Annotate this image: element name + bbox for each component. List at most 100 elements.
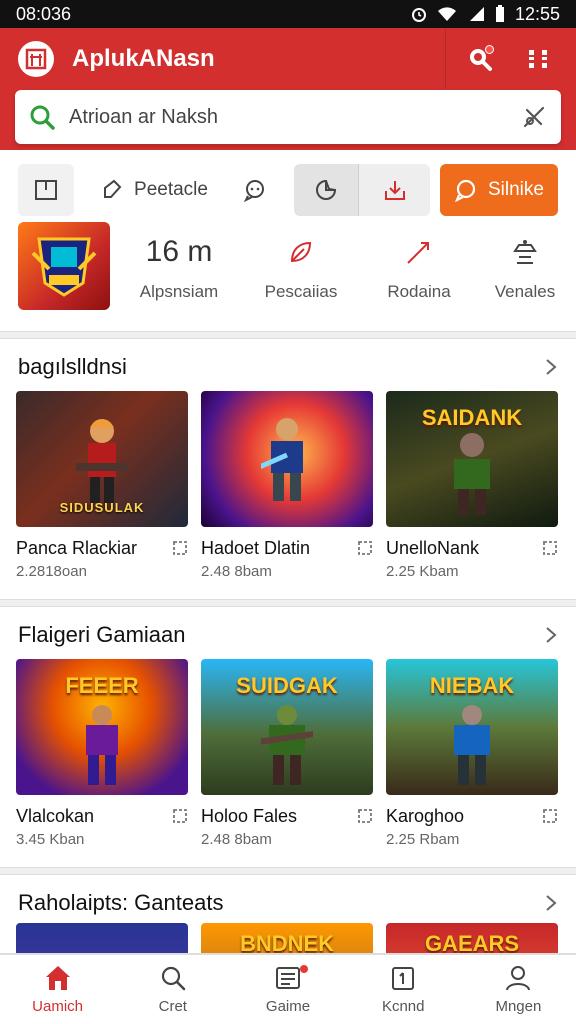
subscribe-button[interactable]: Silnike (440, 164, 558, 216)
apps-grid-button[interactable] (518, 39, 558, 79)
game-thumbnail: GAEARS (386, 923, 558, 953)
game-thumbnail (201, 391, 373, 527)
game-thumbnail-caption: NIEBAK (429, 673, 515, 698)
select-icon[interactable] (542, 540, 558, 556)
game-size: 2.48 8bam (201, 563, 272, 580)
download-icon (384, 181, 405, 200)
game-title: Hadoet Dlatin (201, 537, 311, 558)
select-icon[interactable] (357, 540, 373, 556)
stat-rating-value: 16 m (145, 235, 213, 268)
app-header: AplukANasn Atrioan ar Naksh (0, 28, 576, 150)
stat-label: Alpsnsiam (139, 282, 219, 301)
battery-icon (495, 5, 504, 22)
notification-dot (485, 45, 494, 54)
section-title: Flaigeri Gamiaan (18, 622, 186, 647)
stat-label: Venales (494, 282, 556, 301)
game-card[interactable]: SUIDGAK Holoo Fales 2.48 8bam (201, 659, 373, 848)
game-card[interactable]: SIDUSULAK Panca Rlackiar 2.2818oan (16, 391, 188, 580)
status-time-left: 08:036 (16, 3, 72, 24)
game-thumbnail-caption: SAIDANK (421, 405, 523, 430)
game-thumbnail-caption: SUIDGAK (236, 673, 338, 698)
view-toggle-button[interactable] (18, 164, 74, 216)
bottom-navigation: Uamich Cret Gaime Kcnnd Mngen (0, 954, 576, 1024)
list-icon (276, 967, 300, 989)
game-size: 3.45 Kban (16, 831, 85, 848)
nav-label: Uamich (32, 998, 84, 1015)
subscribe-label: Silnike (488, 179, 544, 200)
tag-icon (104, 179, 122, 198)
game-size: 2.48 8bam (201, 831, 272, 848)
signal-icon (469, 7, 484, 21)
game-thumbnail: SAIDANK (386, 391, 558, 527)
stat-sales: Venales (480, 232, 570, 302)
leaf-icon (290, 241, 312, 263)
nav-item-home[interactable]: Uamich (0, 955, 115, 1024)
stat-rating: 16 m Alpsnsiam (134, 232, 224, 302)
section-1: bagılslldnsi SIDUSULAK Panca Rlackiar 2.… (0, 338, 576, 600)
game-thumbnail: SUIDGAK (201, 659, 373, 795)
nav-label: Cret (158, 998, 187, 1015)
stat-label: Pescaiias (264, 282, 338, 301)
stat-rank: Rodaina (374, 232, 464, 302)
stats-button[interactable] (294, 164, 358, 216)
nav-label: Kcnnd (381, 998, 425, 1015)
game-emblem-icon (31, 237, 97, 297)
character-figure (261, 418, 303, 501)
select-icon[interactable] (357, 808, 373, 824)
chat-bubble-icon (455, 179, 476, 202)
game-thumbnail-caption: FEEER (65, 673, 139, 698)
game-card[interactable] (16, 923, 188, 953)
character-figure (76, 419, 128, 503)
nav-item-profile[interactable]: Mngen (461, 955, 576, 1024)
search-input-text: Atrioan ar Naksh (69, 105, 218, 128)
character-figure (454, 705, 490, 785)
nav-label: Gaime (265, 998, 311, 1015)
box-icon (392, 967, 415, 990)
peetacle-button[interactable]: Peetacle (94, 164, 214, 216)
game-card[interactable]: GAEARS (386, 923, 558, 953)
chevron-right-icon[interactable] (544, 358, 558, 376)
search-icon (161, 966, 186, 991)
user-icon (506, 966, 531, 991)
search-icon (30, 105, 55, 130)
game-thumbnail: SIDUSULAK (16, 391, 188, 527)
chevron-right-icon[interactable] (544, 894, 558, 912)
game-card[interactable]: Hadoet Dlatin 2.48 8bam (201, 391, 373, 580)
game-thumbnail-caption: BNDNEK (239, 931, 335, 954)
search-notifications-button[interactable] (460, 39, 500, 79)
game-card[interactable]: SAIDANK UnelloNank 2.25 Kbam (386, 391, 558, 580)
game-thumbnail (16, 923, 188, 953)
select-icon[interactable] (172, 808, 188, 824)
nav-badge-dot (299, 965, 308, 973)
game-title: UnelloNank (386, 537, 480, 558)
pie-chart-icon (316, 179, 337, 200)
search-input[interactable]: Atrioan ar Naksh (15, 90, 561, 144)
game-card[interactable]: BNDNEK (201, 923, 373, 954)
nav-label: Mngen (495, 998, 542, 1015)
peetacle-label: Peetacle (134, 179, 208, 200)
game-size: 2.25 Rbam (386, 831, 460, 848)
select-icon[interactable] (542, 808, 558, 824)
nav-item-games[interactable]: Gaime (230, 955, 345, 1024)
app-info-card: Peetacle Silnike 16 m Alpsnsiam Pescaiia… (0, 150, 576, 332)
chat-button[interactable] (230, 164, 280, 216)
app-logo (18, 41, 54, 77)
game-size: 2.25 Kbam (386, 563, 459, 580)
game-card[interactable]: NIEBAK Karoghoo 2.25 Rbam (386, 659, 558, 848)
game-card[interactable]: FEEER Vlalcokan 3.45 Kban (16, 659, 188, 848)
chevron-right-icon[interactable] (544, 626, 558, 644)
clear-icon[interactable] (521, 104, 547, 130)
game-thumbnail-caption: SIDUSULAK (59, 500, 145, 515)
section-title: Raholaipts: Ganteats (18, 890, 224, 915)
logo-icon (25, 48, 47, 70)
stat-category: Pescaiias (256, 232, 346, 302)
character-figure (261, 705, 313, 785)
select-icon[interactable] (172, 540, 188, 556)
status-time-right: 12:55 (514, 3, 560, 24)
app-title: AplukANasn (72, 45, 215, 72)
download-button[interactable] (358, 164, 430, 216)
nav-item-search[interactable]: Cret (115, 955, 230, 1024)
game-thumbnail: BNDNEK (201, 923, 373, 954)
nav-item-box[interactable]: Kcnnd (346, 955, 461, 1024)
game-thumbnail: NIEBAK (386, 659, 558, 795)
